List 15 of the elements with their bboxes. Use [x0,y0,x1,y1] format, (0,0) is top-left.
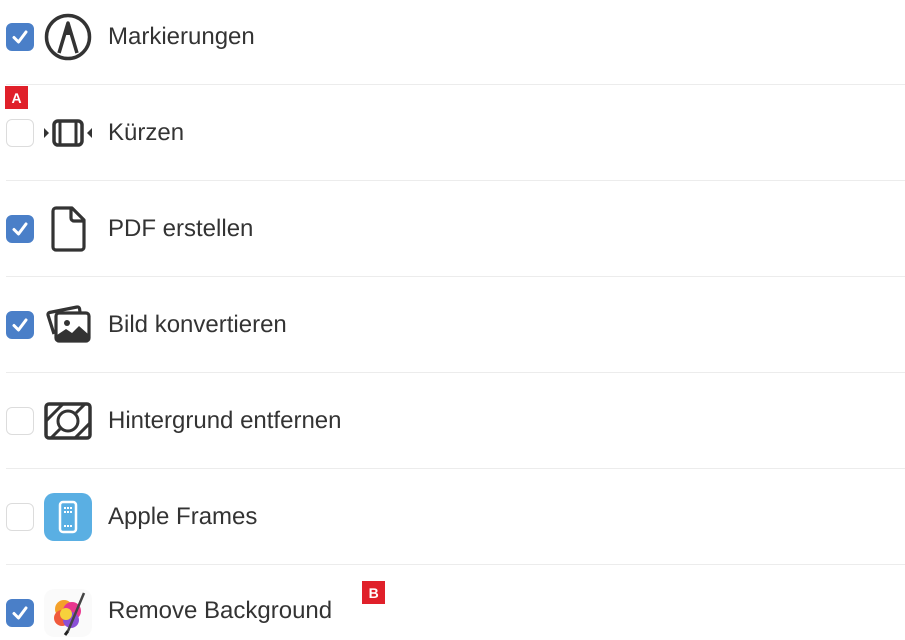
action-label: Hintergrund entfernen [108,406,342,434]
pen-tip-icon [44,12,92,60]
checkbox[interactable] [6,214,34,242]
checkbox[interactable] [6,599,34,627]
action-label: Markierungen [108,22,255,50]
action-label: Apple Frames [108,502,258,530]
action-label: Remove Background [108,597,332,625]
checkbox[interactable] [6,310,34,338]
annotation-badge: A [5,86,28,109]
annotation-badge: B [362,581,386,604]
action-label: Bild konvertieren [108,310,287,338]
checkbox[interactable] [6,22,34,50]
action-label: PDF erstellen [108,214,254,242]
action-label: Kürzen [108,118,184,146]
phone-app-icon [44,492,92,540]
